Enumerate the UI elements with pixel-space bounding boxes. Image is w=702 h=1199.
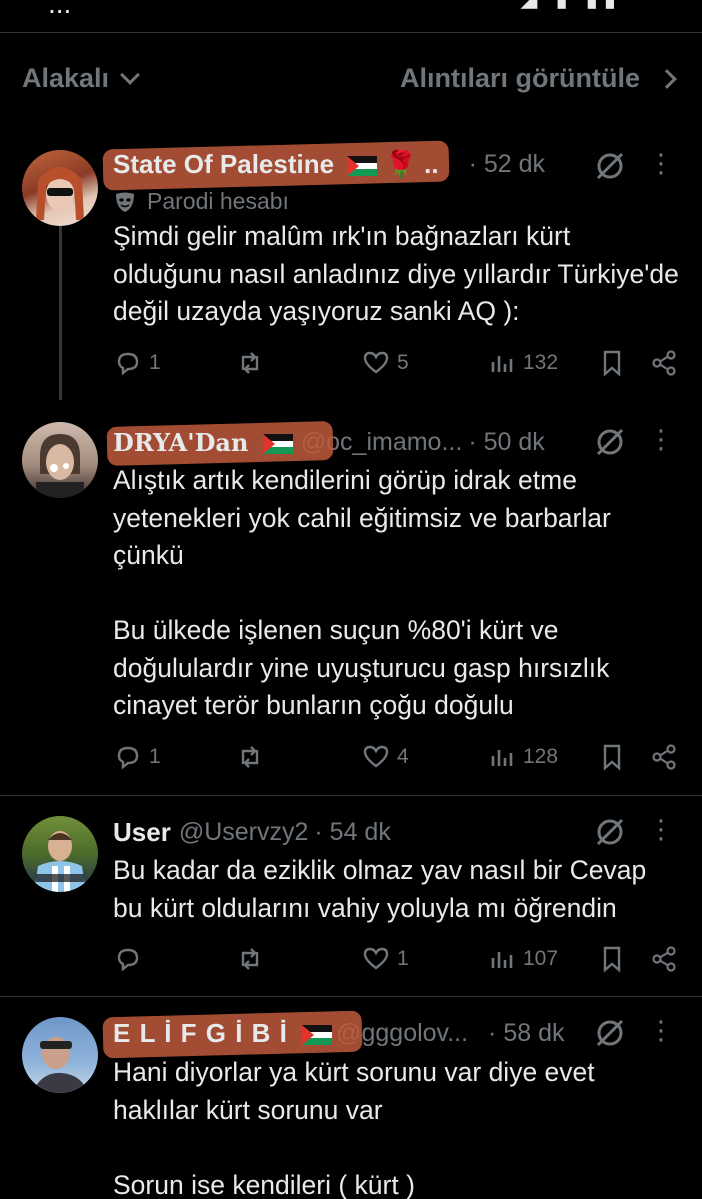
repost-button[interactable] (235, 944, 271, 974)
tweet[interactable]: DRYA'Dan @oc_imamo... · 50 dk ⋮ Alıştık … (0, 410, 702, 795)
more-options-icon[interactable]: ⋮ (648, 426, 674, 452)
grok-icon[interactable] (594, 426, 626, 458)
views-icon (491, 750, 513, 766)
view-quotes-label: Alıntıları görüntüle (400, 63, 640, 93)
tweet-text: Bu kadar da eziklik olmaz yav nasıl bir … (113, 855, 654, 923)
thread-line (59, 225, 62, 400)
tweet-actions: 1 4 128 (113, 742, 683, 774)
tweet-actions: 1 107 (113, 944, 683, 976)
tweet-text: Hani diyorlar ya kürt sorunu var diye ev… (113, 1057, 595, 1199)
bookmark-icon (603, 946, 621, 973)
views-button[interactable]: 132 (487, 348, 558, 378)
palestine-flag-icon (262, 434, 293, 454)
views-icon (491, 356, 513, 372)
share-icon (652, 946, 676, 972)
like-count: 5 (397, 351, 409, 374)
parody-text: Parodi hesabı (147, 188, 289, 214)
views-icon (491, 952, 513, 968)
avatar[interactable] (22, 816, 98, 892)
share-button[interactable] (649, 944, 679, 974)
view-count: 132 (523, 351, 559, 374)
reply-count: 1 (149, 351, 161, 374)
reply-button[interactable]: 1 (113, 348, 161, 378)
tweet-time[interactable]: · 58 dk (488, 1019, 564, 1048)
share-button[interactable] (649, 348, 679, 378)
reply-button[interactable]: 1 (113, 742, 161, 772)
palestine-flag-icon (302, 1024, 333, 1045)
heart-icon (363, 351, 389, 374)
bookmark-icon (603, 744, 621, 771)
reply-icon (117, 948, 139, 972)
tweet-text: Alıştık artık kendilerini görüp idrak et… (113, 465, 611, 720)
tweet[interactable]: User @Uservzy2 · 54 dk ⋮ Bu kadar da ezi… (0, 796, 702, 996)
heart-icon (363, 947, 389, 970)
reply-count: 1 (149, 745, 161, 768)
heart-icon (363, 745, 389, 768)
display-name[interactable]: E L İ F G İ B İ (102, 1010, 363, 1058)
avatar[interactable] (22, 422, 98, 498)
tweet[interactable]: State Of Palestine 🌹 .. · 52 dk ⋮ Parodi… (0, 130, 702, 410)
grok-icon[interactable] (594, 150, 626, 182)
tweet-text: Şimdi gelir malûm ırk'ın bağnazları kürt… (113, 221, 687, 326)
tweet-time[interactable]: · 50 dk (468, 428, 544, 457)
view-count: 128 (523, 745, 559, 768)
grok-icon[interactable] (594, 1017, 626, 1049)
views-button[interactable]: 128 (487, 742, 558, 772)
grok-icon[interactable] (594, 816, 626, 848)
sort-dropdown[interactable]: Alakalı (22, 63, 140, 94)
bookmark-icon (603, 350, 621, 377)
chevron-down-icon (120, 64, 140, 85)
reply-icon (117, 746, 139, 770)
tweet-time[interactable]: · 52 dk (469, 150, 545, 179)
display-name[interactable]: DRYA'Dan (106, 420, 334, 466)
status-bar: ... ◢ ▮ ▮▮ (0, 0, 702, 30)
bookmark-button[interactable] (597, 944, 627, 974)
more-options-icon[interactable]: ⋮ (648, 816, 674, 842)
share-button[interactable] (649, 742, 679, 772)
display-name[interactable]: State Of Palestine 🌹 .. (102, 139, 450, 191)
reply-icon (117, 352, 139, 376)
bookmark-button[interactable] (597, 348, 627, 378)
avatar[interactable] (22, 150, 98, 226)
repost-button[interactable] (235, 742, 271, 772)
repost-icon (241, 948, 259, 970)
tweet-actions: 1 5 132 (113, 348, 683, 380)
palestine-flag-icon (347, 155, 378, 176)
like-button[interactable]: 5 (361, 348, 409, 378)
mask-icon (116, 192, 134, 212)
view-count: 107 (523, 947, 559, 970)
repost-icon (241, 352, 259, 374)
parody-label: Parodi hesabı (113, 188, 289, 215)
replies-header: Alakalı Alıntıları görüntüle (0, 32, 702, 128)
like-count: 1 (397, 947, 409, 970)
like-button[interactable]: 1 (361, 944, 409, 974)
repost-icon (241, 746, 259, 768)
tweet-time[interactable]: · 54 dk (314, 818, 390, 847)
tweet[interactable]: E L İ F G İ B İ @gggolov... · 58 dk ⋮ Ha… (0, 997, 702, 1199)
more-options-icon[interactable]: ⋮ (648, 150, 674, 176)
reply-button[interactable] (113, 944, 149, 974)
share-icon (652, 744, 676, 770)
status-time: ... (48, 0, 72, 19)
repost-button[interactable] (235, 348, 271, 378)
avatar[interactable] (22, 1017, 98, 1093)
views-button[interactable]: 107 (487, 944, 558, 974)
more-options-icon[interactable]: ⋮ (648, 1017, 674, 1043)
share-icon (652, 350, 676, 376)
like-count: 4 (397, 745, 409, 768)
user-handle[interactable]: @Uservzy2 (179, 818, 309, 847)
status-icons: ◢ ▮ ▮▮ (521, 0, 622, 12)
bookmark-button[interactable] (597, 742, 627, 772)
chevron-right-icon (657, 68, 677, 89)
sort-label: Alakalı (22, 63, 110, 93)
like-button[interactable]: 4 (361, 742, 409, 772)
display-name[interactable]: User (113, 817, 171, 848)
view-quotes-link[interactable]: Alıntıları görüntüle (400, 63, 677, 94)
